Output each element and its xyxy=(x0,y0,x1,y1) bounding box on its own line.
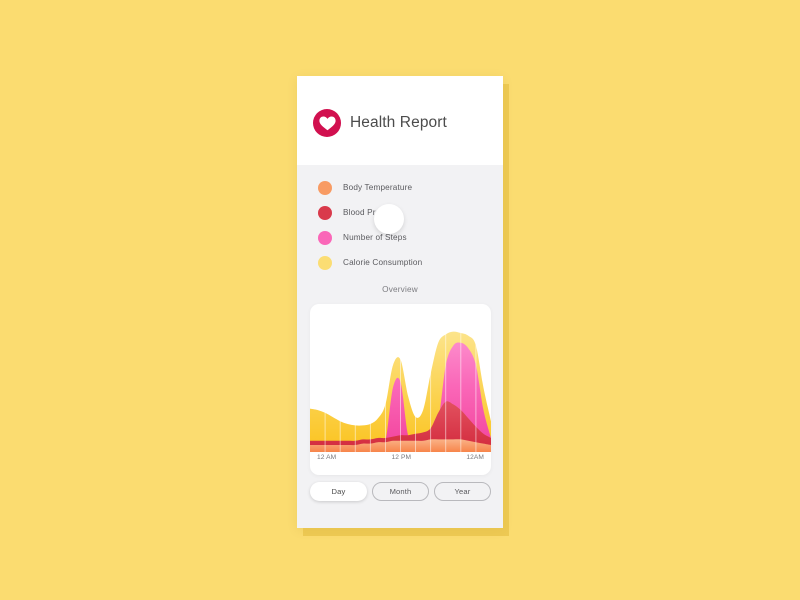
axis-tick-mid: 12 PM xyxy=(391,454,412,461)
legend-dot-body-temperature xyxy=(318,180,332,195)
legend-dot-blood-pressure xyxy=(318,205,332,220)
page-title: Health Report xyxy=(350,114,447,131)
chart-x-axis: 12 AM 12 PM 12AM xyxy=(310,454,491,461)
chart-card: 12 AM 12 PM 12AM xyxy=(310,304,491,475)
legend-label: Calorie Consumption xyxy=(343,258,423,267)
area-chart xyxy=(310,312,491,452)
legend-item-calorie-consumption: Calorie Consumption xyxy=(297,250,503,275)
legend-label: Number of Steps xyxy=(343,233,407,242)
axis-tick-end: 12AM xyxy=(466,454,484,461)
range-selector: Day Month Year xyxy=(310,482,491,501)
legend-dot-calorie-consumption xyxy=(318,255,332,270)
phone-card: Health Report Body Temperature Blood Pre… xyxy=(297,76,503,528)
brand-row: Health Report xyxy=(313,109,447,137)
heart-icon xyxy=(313,109,341,137)
legend-dot-number-of-steps xyxy=(318,230,332,245)
range-button-year[interactable]: Year xyxy=(434,482,491,501)
axis-tick-start: 12 AM xyxy=(317,454,337,461)
legend-item-body-temperature: Body Temperature xyxy=(297,175,503,200)
legend-label: Body Temperature xyxy=(343,183,413,192)
home-circle[interactable] xyxy=(374,204,404,234)
range-button-day[interactable]: Day xyxy=(310,482,367,501)
overview-title: Overview xyxy=(382,285,418,294)
range-button-month[interactable]: Month xyxy=(372,482,429,501)
app-header: Health Report xyxy=(297,76,503,165)
